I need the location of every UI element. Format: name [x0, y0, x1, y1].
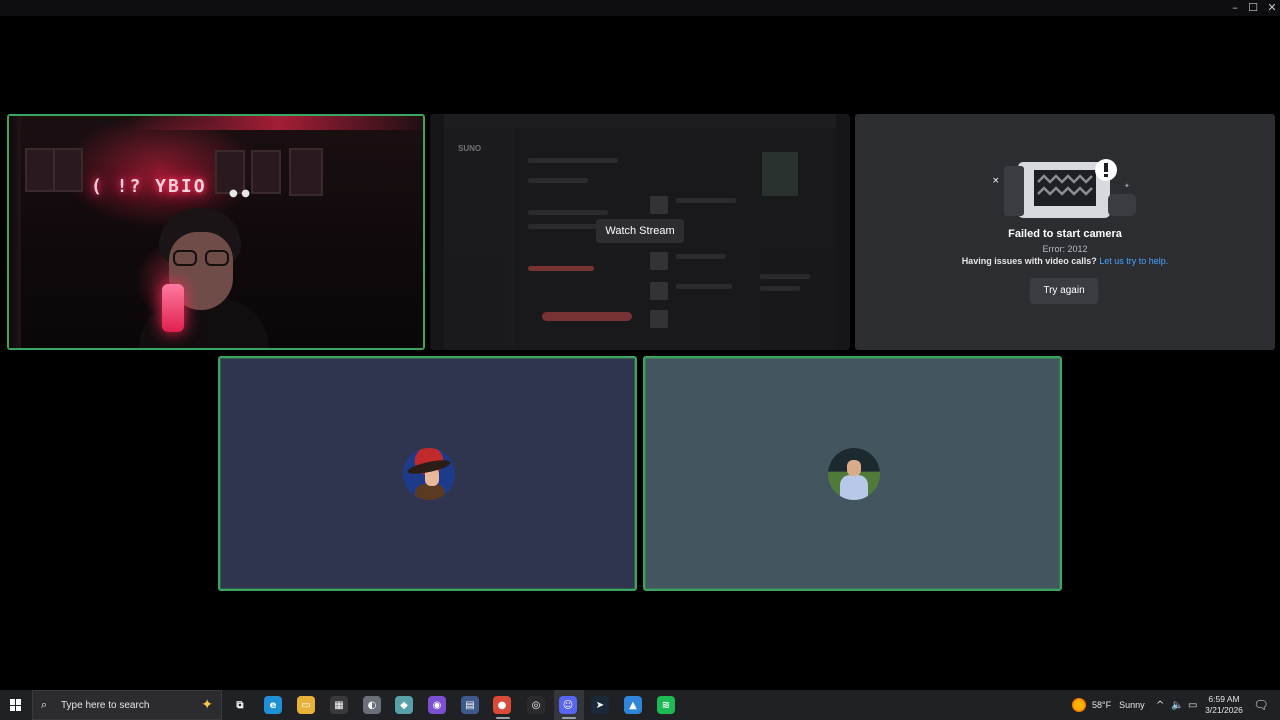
spotify-icon[interactable]: ≋	[657, 696, 675, 714]
app-icon-5[interactable]: ▲	[624, 696, 642, 714]
neon-sign-small: ● ●	[229, 188, 250, 199]
minimize-button[interactable]: –	[1225, 0, 1245, 16]
discord-icon[interactable]: ☺	[559, 696, 577, 714]
task-view-icon[interactable]: ⧉	[231, 696, 249, 714]
participant-avatar-tile[interactable]	[643, 356, 1062, 591]
call-stage: ( !? YBIO ● ● SUNO Watch Stream × ✦ Fail…	[0, 16, 1280, 690]
try-again-button[interactable]: Try again	[1030, 278, 1098, 304]
steam-icon[interactable]: ➤	[591, 696, 609, 714]
wall-poster	[251, 150, 281, 194]
clock-time: 6:59 AM	[1208, 694, 1240, 704]
volume-icon[interactable]: 🔈	[1171, 690, 1183, 720]
start-button[interactable]	[0, 690, 32, 720]
active-app-indicator	[562, 717, 576, 719]
taskbar: ⌕ Type here to search ✦ ⧉ e ▭ ▦ ◐ ◆ ◉ ▤ ● ◎ ☺ ➤ ▲ ≋ 5…	[0, 690, 1280, 720]
error-code: Error: 2012	[1042, 244, 1088, 254]
camera-error-tile: × ✦ Failed to start camera Error: 2012 H…	[855, 114, 1275, 350]
broken-camera-illustration: × ✦	[992, 159, 1136, 218]
wall-poster	[25, 148, 55, 192]
preview-topbar	[444, 114, 836, 128]
wall-poster	[53, 148, 83, 192]
error-help-line: Having issues with video calls? Let us t…	[855, 256, 1275, 266]
svg-text:×: ×	[992, 176, 1000, 186]
app-icon-1[interactable]: ◐	[363, 696, 381, 714]
weather-condition: Sunny	[1119, 700, 1145, 710]
help-link[interactable]: Let us try to help.	[1099, 256, 1168, 266]
tray-overflow-icon[interactable]: ^	[1156, 690, 1164, 720]
chrome-icon[interactable]: ●	[493, 696, 511, 714]
app-icon-3[interactable]: ◉	[428, 696, 446, 714]
obs-icon[interactable]: ◎	[527, 696, 545, 714]
participant-avatar-tile[interactable]	[218, 356, 637, 591]
clock-date: 3/21/2026	[1205, 705, 1243, 715]
window-titlebar: – ☐ ✕	[0, 0, 1280, 16]
neon-lamp	[162, 284, 184, 332]
edge-icon[interactable]: e	[264, 696, 282, 714]
clock[interactable]: 6:59 AM 3/21/2026	[1200, 694, 1248, 716]
taskbar-search[interactable]: ⌕ Type here to search ✦	[32, 690, 222, 720]
running-app-indicator	[496, 717, 510, 719]
participant-camera-tile[interactable]: ( !? YBIO ● ●	[7, 114, 425, 350]
preview-logo: SUNO	[458, 144, 482, 153]
preview-image	[762, 152, 798, 196]
notification-icon[interactable]: 🗨	[1250, 690, 1272, 720]
search-placeholder: Type here to search	[61, 699, 150, 711]
app-icon-2[interactable]: ◆	[395, 696, 413, 714]
preview-sidebar	[444, 128, 514, 350]
app-icon-4[interactable]: ▤	[461, 696, 479, 714]
wall-poster	[289, 148, 323, 196]
network-icon[interactable]: ▭	[1188, 690, 1197, 720]
windows-logo-icon	[10, 699, 22, 711]
avatar	[403, 448, 455, 500]
watch-stream-button[interactable]: Watch Stream	[596, 219, 684, 243]
maximize-button[interactable]: ☐	[1243, 0, 1263, 16]
glasses	[173, 250, 231, 268]
avatar	[828, 448, 880, 500]
file-explorer-icon[interactable]: ▭	[297, 696, 315, 714]
weather-widget[interactable]: 58°F Sunny	[1072, 690, 1145, 720]
search-icon: ⌕	[41, 698, 48, 711]
stream-tile[interactable]: SUNO Watch Stream	[430, 114, 850, 350]
close-button[interactable]: ✕	[1262, 0, 1280, 16]
help-text: Having issues with video calls?	[961, 256, 1097, 266]
ceiling-light	[129, 116, 423, 130]
calculator-icon[interactable]: ▦	[330, 696, 348, 714]
neon-sign: ( !? YBIO	[91, 176, 207, 197]
sun-icon	[1072, 698, 1086, 712]
weather-temp: 58°F	[1092, 700, 1112, 710]
svg-text:✦: ✦	[1124, 182, 1130, 190]
sparkle-icon: ✦	[201, 697, 213, 713]
error-title: Failed to start camera	[1008, 228, 1122, 240]
curtain	[9, 116, 21, 348]
